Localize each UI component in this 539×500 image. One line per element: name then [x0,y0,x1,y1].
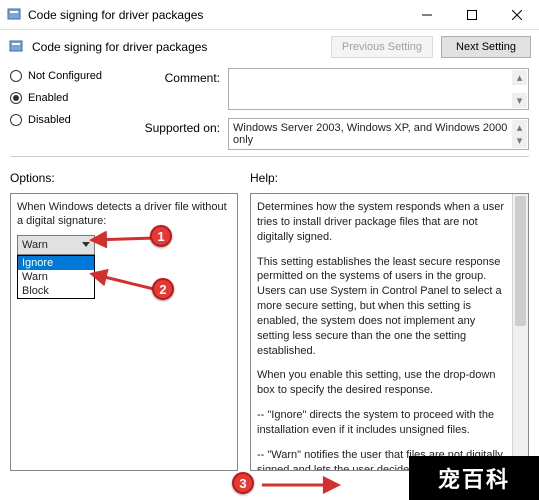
dropdown-value: Warn [22,239,48,251]
radio-icon [10,70,22,82]
annotation-marker-2: 2 [152,278,174,300]
comment-label: Comment: [128,68,228,110]
dropdown-item-warn[interactable]: Warn [18,270,94,284]
supported-label: Supported on: [128,118,228,150]
radio-not-configured[interactable]: Not Configured [10,70,128,82]
close-button[interactable] [494,0,539,30]
next-setting-button[interactable]: Next Setting [441,36,531,58]
scroll-up-icon[interactable]: ▴ [512,70,527,85]
help-panel: Determines how the system responds when … [250,193,529,471]
supported-field: Windows Server 2003, Windows XP, and Win… [228,118,529,150]
scroll-down-icon[interactable]: ▾ [512,133,527,148]
minimize-button[interactable] [404,0,449,30]
help-text: Determines how the system responds when … [251,194,528,471]
annotation-marker-1: 1 [150,225,172,247]
maximize-button[interactable] [449,0,494,30]
scroll-down-icon[interactable]: ▾ [512,93,527,108]
watermark: 宠百科 [409,456,539,500]
options-prompt: When Windows detects a driver file witho… [17,200,231,229]
radio-icon [10,114,22,126]
radio-icon [10,92,22,104]
comment-field[interactable]: ▴ ▾ [228,68,529,110]
divider [10,156,529,157]
dropdown-item-ignore[interactable]: Ignore [18,256,94,270]
signature-action-dropdown[interactable]: Warn [17,235,95,255]
radio-disabled[interactable]: Disabled [10,114,128,126]
comment-value [229,69,528,75]
options-heading: Options: [10,171,238,185]
annotation-marker-3: 3 [232,472,254,494]
policy-subtitle: Code signing for driver packages [32,40,323,54]
previous-setting-button[interactable]: Previous Setting [331,36,433,58]
window-title: Code signing for driver packages [28,8,404,22]
app-icon [6,7,22,23]
chevron-down-icon [82,242,90,247]
dropdown-list: Ignore Warn Block [17,255,95,299]
supported-value: Windows Server 2003, Windows XP, and Win… [229,119,528,149]
radio-enabled[interactable]: Enabled [10,92,128,104]
dropdown-item-block[interactable]: Block [18,284,94,298]
policy-icon [8,39,24,55]
help-scrollbar[interactable] [512,194,528,470]
help-heading: Help: [250,171,529,185]
options-panel: When Windows detects a driver file witho… [10,193,238,471]
